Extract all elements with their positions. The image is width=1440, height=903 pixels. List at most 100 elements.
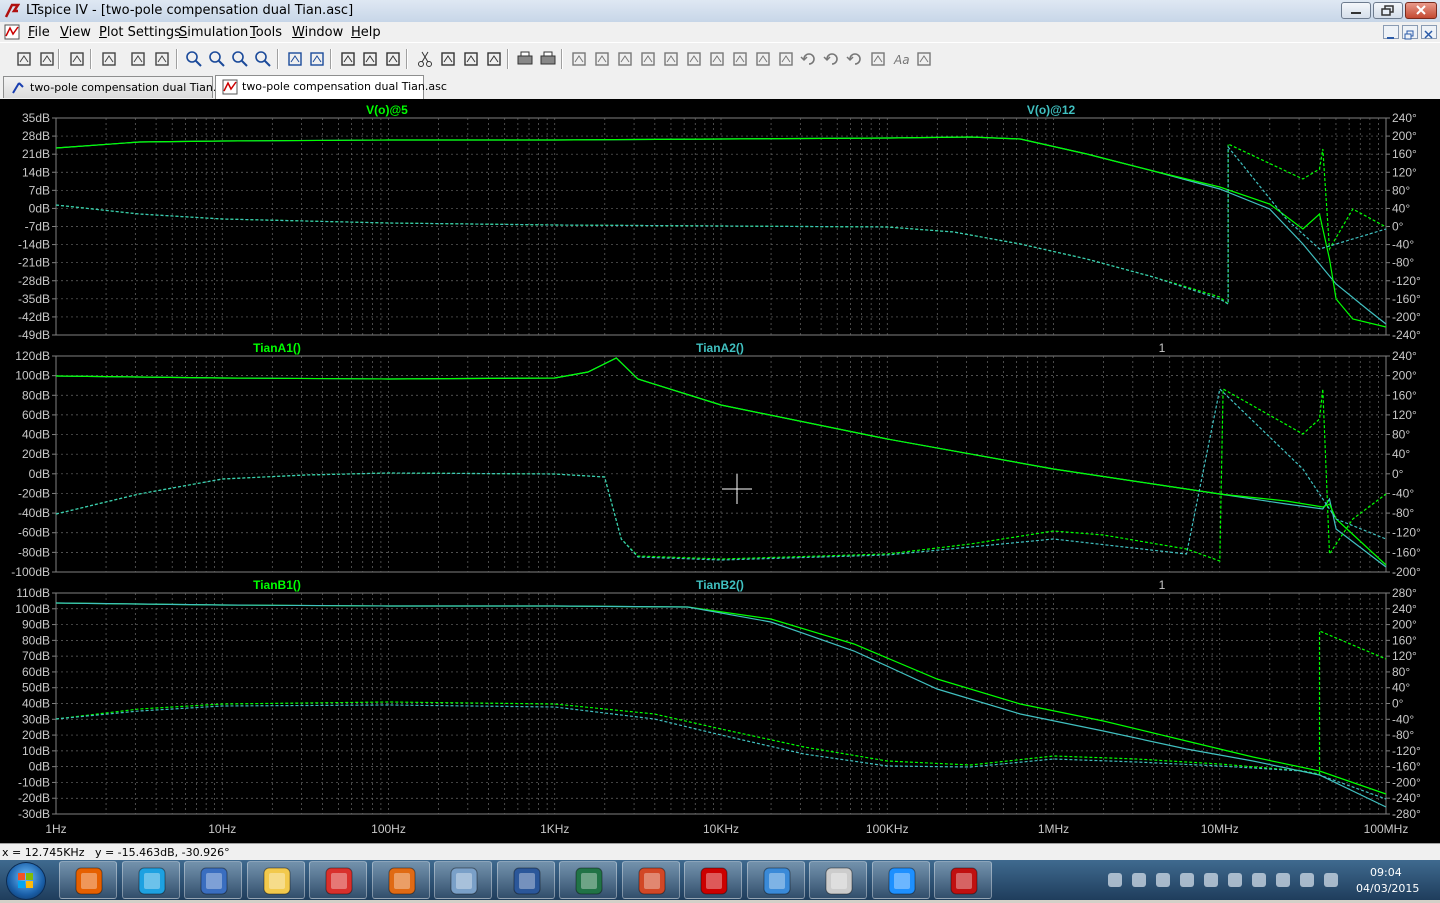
- capacitor-icon[interactable]: [661, 49, 681, 69]
- taskbar-app-pdf[interactable]: [309, 861, 367, 899]
- x-tick-label: 100MHz: [1364, 822, 1409, 836]
- trace-label[interactable]: TianB2(): [696, 578, 744, 592]
- trace-label[interactable]: TianB1(): [253, 578, 301, 592]
- taskbar-app-word[interactable]: [496, 861, 555, 899]
- taskbar-app-bookmark-app[interactable]: [684, 861, 742, 899]
- title-bar: LTspice IV - [two-pole compensation dual…: [0, 0, 1440, 23]
- menu-tools[interactable]: Tools: [250, 25, 282, 40]
- taskbar-app-control-panel-app[interactable]: [746, 861, 805, 899]
- y-tick-label-right: -160°: [1392, 545, 1421, 559]
- taskbar-app-ltspice[interactable]: [934, 861, 992, 899]
- close-button[interactable]: [1405, 2, 1437, 19]
- menu-help[interactable]: Help: [351, 25, 381, 40]
- new-schematic-icon[interactable]: [14, 49, 34, 69]
- app-tray-icon[interactable]: [1132, 873, 1146, 887]
- calendar-icon[interactable]: [1204, 873, 1218, 887]
- cascade-icon[interactable]: [383, 49, 403, 69]
- vpn-icon[interactable]: [1180, 873, 1194, 887]
- taskbar-app-matlab[interactable]: [371, 861, 430, 899]
- find-icon[interactable]: [484, 49, 504, 69]
- zoom-in-icon[interactable]: [184, 49, 204, 69]
- taskbar-app-windows-update[interactable]: [871, 861, 930, 899]
- spice-directive-icon[interactable]: [914, 49, 934, 69]
- menu-file[interactable]: File: [28, 25, 50, 40]
- tile-horizontal-icon[interactable]: [338, 49, 358, 69]
- sync-icon[interactable]: [1228, 873, 1242, 887]
- taskbar-app-tool[interactable]: [434, 861, 492, 899]
- waveform-icon: [222, 79, 238, 95]
- menu-window[interactable]: Window: [292, 25, 343, 40]
- tile-vertical-icon[interactable]: [360, 49, 380, 69]
- drag-icon[interactable]: [776, 49, 796, 69]
- control-panel-icon[interactable]: [99, 49, 119, 69]
- mdi-close-button[interactable]: [1421, 25, 1437, 39]
- menu-view[interactable]: View: [60, 25, 91, 40]
- move-icon[interactable]: [753, 49, 773, 69]
- rotate-icon[interactable]: [845, 49, 865, 69]
- taskbar-app-firefox[interactable]: [59, 861, 117, 899]
- minimize-button[interactable]: [1341, 2, 1371, 19]
- cursor-marker-label: 1: [1159, 341, 1166, 355]
- wire-icon[interactable]: [569, 49, 589, 69]
- pen-icon[interactable]: [1276, 873, 1290, 887]
- resistor-icon[interactable]: [638, 49, 658, 69]
- zoom-cancel-icon[interactable]: [253, 49, 273, 69]
- trace-label[interactable]: V(o)@12: [1027, 103, 1076, 117]
- x-tick-label: 100KHz: [866, 822, 909, 836]
- run-icon[interactable]: [128, 49, 148, 69]
- y-tick-label-right: 40°: [1392, 201, 1410, 215]
- diode-icon[interactable]: [707, 49, 727, 69]
- cut-icon[interactable]: [415, 49, 435, 69]
- network-status-icon[interactable]: [1108, 873, 1122, 887]
- undo-icon[interactable]: [799, 49, 819, 69]
- open-icon[interactable]: [37, 49, 57, 69]
- toolbar: Aa: [0, 42, 1440, 76]
- save-icon[interactable]: [67, 49, 87, 69]
- monitor-icon[interactable]: [1300, 873, 1314, 887]
- halt-icon[interactable]: [152, 49, 172, 69]
- inductor-icon[interactable]: [684, 49, 704, 69]
- y-tick-label-left: -14dB: [18, 238, 50, 252]
- trace-label[interactable]: TianA2(): [696, 341, 744, 355]
- component-icon[interactable]: [730, 49, 750, 69]
- volume-icon[interactable]: [1324, 873, 1338, 887]
- trace-label[interactable]: V(o)@5: [366, 103, 408, 117]
- mdi-restore-button[interactable]: [1402, 25, 1418, 40]
- trace-label[interactable]: TianA1(): [253, 341, 301, 355]
- taskbar-app-file-explorer[interactable]: [246, 861, 305, 899]
- menu-simulation[interactable]: Simulation: [179, 25, 248, 40]
- taskbar-app-excel[interactable]: [559, 861, 617, 899]
- print-preview-icon[interactable]: [515, 49, 535, 69]
- label-icon[interactable]: [615, 49, 635, 69]
- y-tick-label-right: 160°: [1392, 147, 1417, 161]
- waveform-plot[interactable]: 35dB 240° 28dB 200° 21dB 160° 14dB 120° 7dB 80° 0d…: [0, 99, 1440, 843]
- mdi-minimize-button[interactable]: [1383, 25, 1399, 39]
- taskbar-app-mouse[interactable]: [809, 861, 867, 899]
- security-icon[interactable]: [1156, 873, 1170, 887]
- ground-icon[interactable]: [592, 49, 612, 69]
- restore-button[interactable]: [1373, 2, 1403, 19]
- clock-date[interactable]: 04/03/2015: [1356, 882, 1419, 895]
- update-icon[interactable]: [1252, 873, 1266, 887]
- redo-icon[interactable]: [822, 49, 842, 69]
- mirror-icon[interactable]: [868, 49, 888, 69]
- taskbar-app-internet-explorer[interactable]: [121, 861, 180, 899]
- tab-waveform[interactable]: two-pole compensation dual Tian.asc: [215, 75, 447, 99]
- waveform-window-icon[interactable]: [4, 24, 20, 40]
- start-button[interactable]: [6, 862, 46, 900]
- zoom-fit-icon[interactable]: [230, 49, 250, 69]
- taskbar-app-powerpoint[interactable]: [621, 861, 680, 899]
- taskbar-app-thunderbird[interactable]: [184, 861, 242, 899]
- clock-time[interactable]: 09:04: [1370, 866, 1402, 879]
- close-icon: [1416, 5, 1426, 15]
- zoom-out-icon[interactable]: [207, 49, 227, 69]
- grid-icon[interactable]: [307, 49, 327, 69]
- firefox-icon: [75, 867, 103, 895]
- menu-plot-settings[interactable]: Plot Settings: [99, 25, 181, 40]
- print-icon[interactable]: [538, 49, 558, 69]
- text-icon[interactable]: Aa: [891, 49, 911, 69]
- autorange-icon[interactable]: [285, 49, 305, 69]
- copy-icon[interactable]: [438, 49, 458, 69]
- tab-schematic[interactable]: two-pole compensation dual Tian.asc: [3, 76, 235, 98]
- paste-icon[interactable]: [461, 49, 481, 69]
